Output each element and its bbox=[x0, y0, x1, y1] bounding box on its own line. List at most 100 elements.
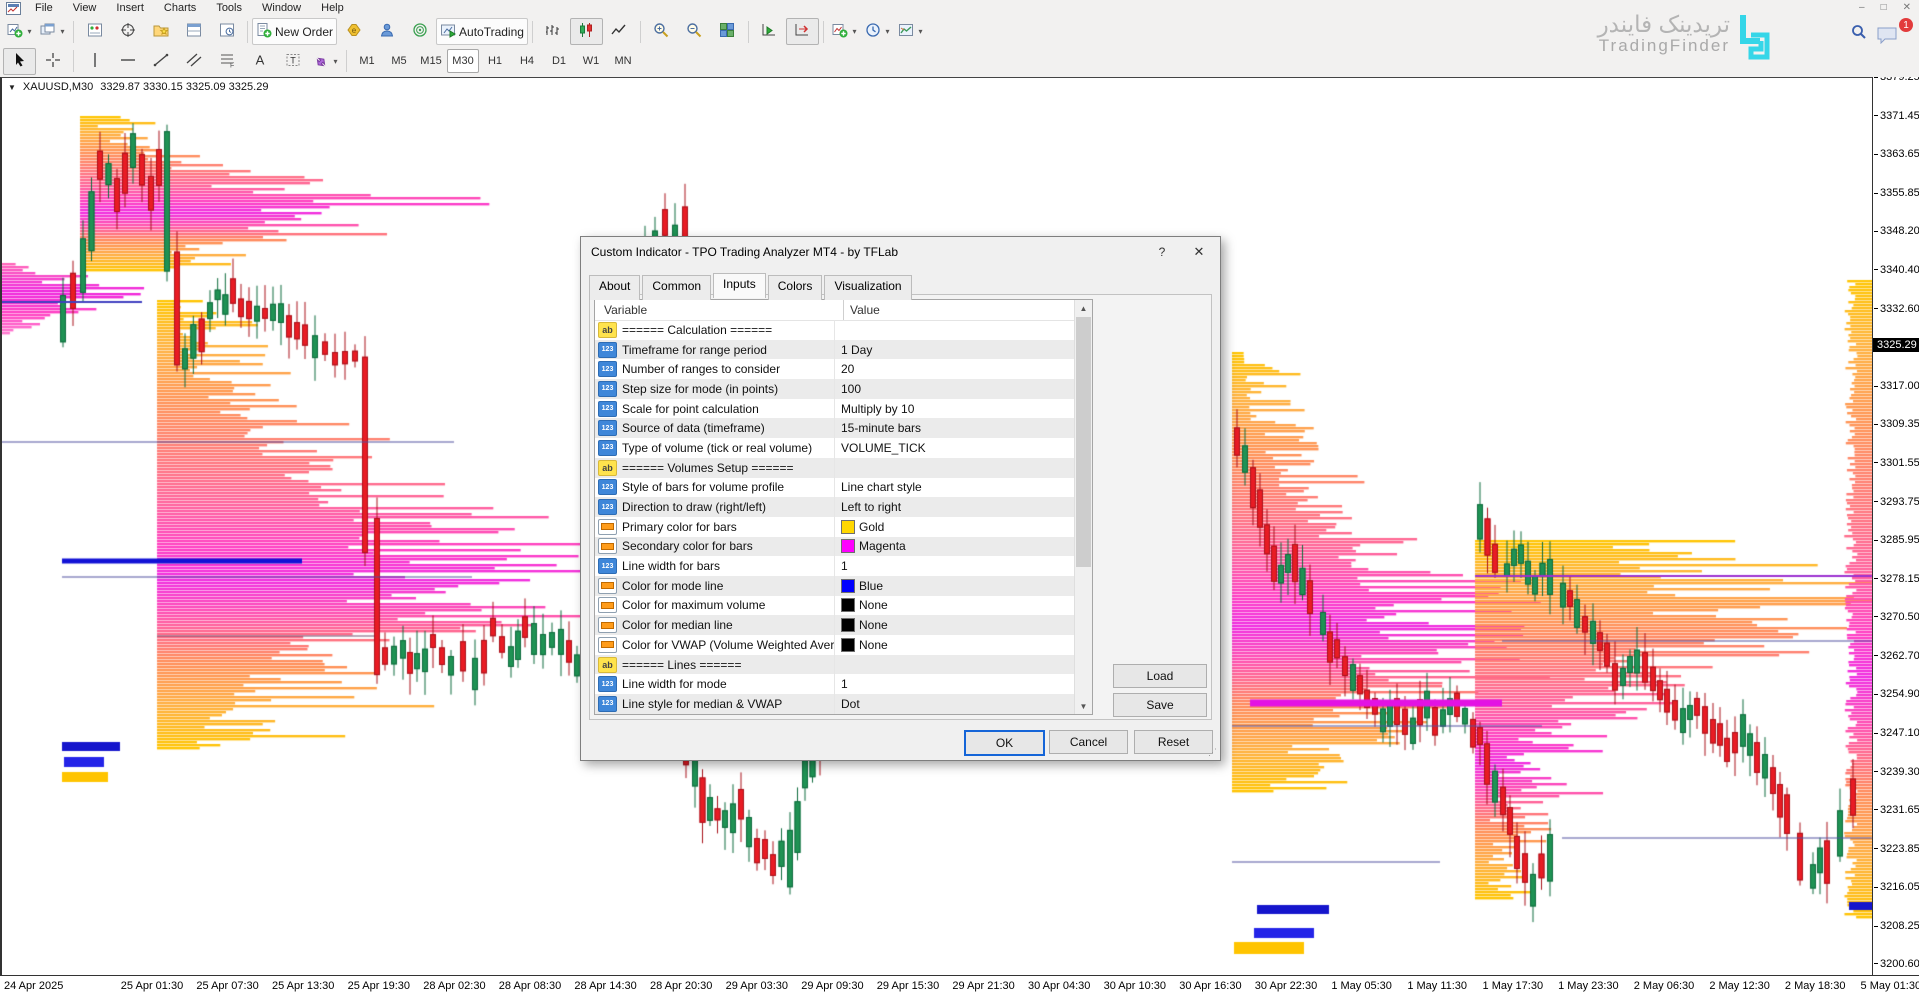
text-label-button[interactable]: T bbox=[276, 48, 309, 75]
param-value[interactable] bbox=[834, 320, 1075, 340]
strategy-tester-button[interactable] bbox=[210, 18, 243, 45]
indicators-dropdown-icon[interactable]: ▾ bbox=[852, 27, 856, 36]
param-value[interactable]: Multiply by 10 bbox=[834, 399, 1075, 419]
market-watch-button[interactable] bbox=[78, 18, 111, 45]
param-row[interactable]: 123Direction to draw (right/left)Left to… bbox=[595, 497, 1075, 517]
menu-insert[interactable]: Insert bbox=[106, 1, 154, 15]
cancel-button[interactable]: Cancel bbox=[1049, 730, 1128, 754]
timeframe-h1-button[interactable]: H1 bbox=[479, 49, 511, 73]
line-chart-button[interactable] bbox=[603, 18, 636, 45]
tab-about[interactable]: About bbox=[589, 275, 640, 300]
menu-view[interactable]: View bbox=[63, 1, 107, 15]
tab-colors[interactable]: Colors bbox=[768, 275, 823, 300]
tile-windows-button[interactable] bbox=[711, 18, 744, 45]
zoom-in-button[interactable] bbox=[645, 18, 678, 45]
close-window-icon[interactable]: ✕ bbox=[1903, 2, 1911, 13]
timeframe-m1-button[interactable]: M1 bbox=[351, 49, 383, 73]
param-value[interactable]: Line chart style bbox=[834, 478, 1075, 498]
metaeditor-button[interactable]: e bbox=[337, 18, 370, 45]
autotrading-button[interactable]: AutoTrading bbox=[436, 18, 528, 45]
param-row[interactable]: ab====== Lines ====== bbox=[595, 655, 1075, 675]
param-value[interactable]: Gold bbox=[834, 517, 1075, 537]
trendline-button[interactable] bbox=[144, 48, 177, 75]
param-row[interactable]: ab====== Calculation ====== bbox=[595, 320, 1075, 340]
timeframe-m15-button[interactable]: M15 bbox=[415, 49, 447, 73]
tab-inputs[interactable]: Inputs bbox=[713, 273, 766, 298]
crosshair-button[interactable] bbox=[36, 48, 69, 75]
param-row[interactable]: 123Line width for mode1 bbox=[595, 674, 1075, 694]
param-row[interactable]: 123Timeframe for range period1 Day bbox=[595, 340, 1075, 360]
param-row[interactable]: 123Line style for median & VWAPDot bbox=[595, 694, 1075, 714]
param-row[interactable]: Color for VWAP (Volume Weighted Averag..… bbox=[595, 635, 1075, 655]
arrows-dropdown-icon[interactable]: ▾ bbox=[333, 57, 337, 66]
templates-button[interactable]: ▾ bbox=[894, 18, 927, 45]
candle-chart-button[interactable] bbox=[570, 18, 603, 45]
resize-grip[interactable]: ⋰ bbox=[1208, 748, 1218, 758]
load-button[interactable]: Load bbox=[1113, 664, 1207, 688]
timeframe-d1-button[interactable]: D1 bbox=[543, 49, 575, 73]
equidistant-channel-button[interactable] bbox=[177, 48, 210, 75]
cursor-button[interactable] bbox=[3, 48, 36, 75]
param-value[interactable]: None bbox=[834, 596, 1075, 616]
horizontal-line-button[interactable] bbox=[111, 48, 144, 75]
menu-window[interactable]: Window bbox=[252, 1, 311, 15]
param-row[interactable]: 123Scale for point calculationMultiply b… bbox=[595, 399, 1075, 419]
timeframe-m30-button[interactable]: M30 bbox=[447, 49, 479, 73]
navigator-button[interactable] bbox=[144, 18, 177, 45]
param-value[interactable]: 100 bbox=[834, 379, 1075, 399]
param-row[interactable]: Primary color for barsGold bbox=[595, 517, 1075, 537]
vertical-line-button[interactable] bbox=[78, 48, 111, 75]
param-value[interactable]: 20 bbox=[834, 359, 1075, 379]
new-chart-dropdown-icon[interactable]: ▾ bbox=[27, 27, 31, 36]
periods-button[interactable]: ▾ bbox=[861, 18, 894, 45]
timeframe-m5-button[interactable]: M5 bbox=[383, 49, 415, 73]
param-value[interactable]: Dot bbox=[834, 694, 1075, 714]
param-value[interactable] bbox=[834, 458, 1075, 478]
param-value[interactable]: None bbox=[834, 635, 1075, 655]
dialog-help-button[interactable]: ? bbox=[1144, 237, 1180, 267]
timeframe-h4-button[interactable]: H4 bbox=[511, 49, 543, 73]
search-icon[interactable] bbox=[1851, 24, 1867, 45]
symbol-dropdown-icon[interactable]: ▼ bbox=[8, 83, 16, 92]
price-axis[interactable]: 3379.253371.453363.653355.853348.203340.… bbox=[1872, 77, 1919, 975]
notification-badge[interactable]: 1 bbox=[1899, 18, 1913, 32]
param-value[interactable]: Magenta bbox=[834, 537, 1075, 557]
new-chart-button[interactable]: ▾ bbox=[3, 18, 36, 45]
minimize-window-icon[interactable]: – bbox=[1859, 2, 1865, 13]
param-value[interactable] bbox=[834, 655, 1075, 675]
param-value[interactable]: Blue bbox=[834, 576, 1075, 596]
chat-icon[interactable] bbox=[1877, 27, 1897, 49]
scroll-down-icon[interactable]: ▼ bbox=[1075, 698, 1092, 714]
scroll-up-icon[interactable]: ▲ bbox=[1075, 300, 1092, 316]
param-value[interactable]: None bbox=[834, 615, 1075, 635]
profiles-button[interactable]: ▾ bbox=[36, 18, 69, 45]
param-value[interactable]: 1 bbox=[834, 674, 1075, 694]
profiles-dropdown-icon[interactable]: ▾ bbox=[60, 27, 64, 36]
restore-window-icon[interactable]: □ bbox=[1881, 2, 1887, 13]
tab-common[interactable]: Common bbox=[642, 275, 711, 300]
param-row[interactable]: Color for maximum volumeNone bbox=[595, 596, 1075, 616]
text-button[interactable]: A bbox=[243, 48, 276, 75]
param-row[interactable]: Color for median lineNone bbox=[595, 615, 1075, 635]
timeframe-w1-button[interactable]: W1 bbox=[575, 49, 607, 73]
ok-button[interactable]: OK bbox=[964, 730, 1045, 756]
param-row[interactable]: 123Number of ranges to consider20 bbox=[595, 359, 1075, 379]
param-row[interactable]: Secondary color for barsMagenta bbox=[595, 537, 1075, 557]
param-value[interactable]: 15-minute bars bbox=[834, 418, 1075, 438]
param-row[interactable]: 123Step size for mode (in points)100 bbox=[595, 379, 1075, 399]
news-button[interactable] bbox=[403, 18, 436, 45]
param-row[interactable]: 123Source of data (timeframe)15-minute b… bbox=[595, 418, 1075, 438]
param-row[interactable]: 123Type of volume (tick or real volume)V… bbox=[595, 438, 1075, 458]
save-button[interactable]: Save bbox=[1113, 693, 1207, 717]
reset-button[interactable]: Reset bbox=[1134, 730, 1213, 754]
fibonacci-button[interactable]: F bbox=[210, 48, 243, 75]
param-value[interactable]: VOLUME_TICK bbox=[834, 438, 1075, 458]
scrollbar-thumb[interactable] bbox=[1076, 317, 1091, 567]
periods-dropdown-icon[interactable]: ▾ bbox=[885, 27, 889, 36]
param-value[interactable]: 1 Day bbox=[834, 340, 1075, 360]
menu-help[interactable]: Help bbox=[311, 1, 354, 15]
timeframe-mn-button[interactable]: MN bbox=[607, 49, 639, 73]
menu-file[interactable]: File bbox=[25, 1, 63, 15]
time-axis[interactable]: 24 Apr 202525 Apr 01:3025 Apr 07:3025 Ap… bbox=[0, 975, 1919, 997]
zoom-out-button[interactable] bbox=[678, 18, 711, 45]
